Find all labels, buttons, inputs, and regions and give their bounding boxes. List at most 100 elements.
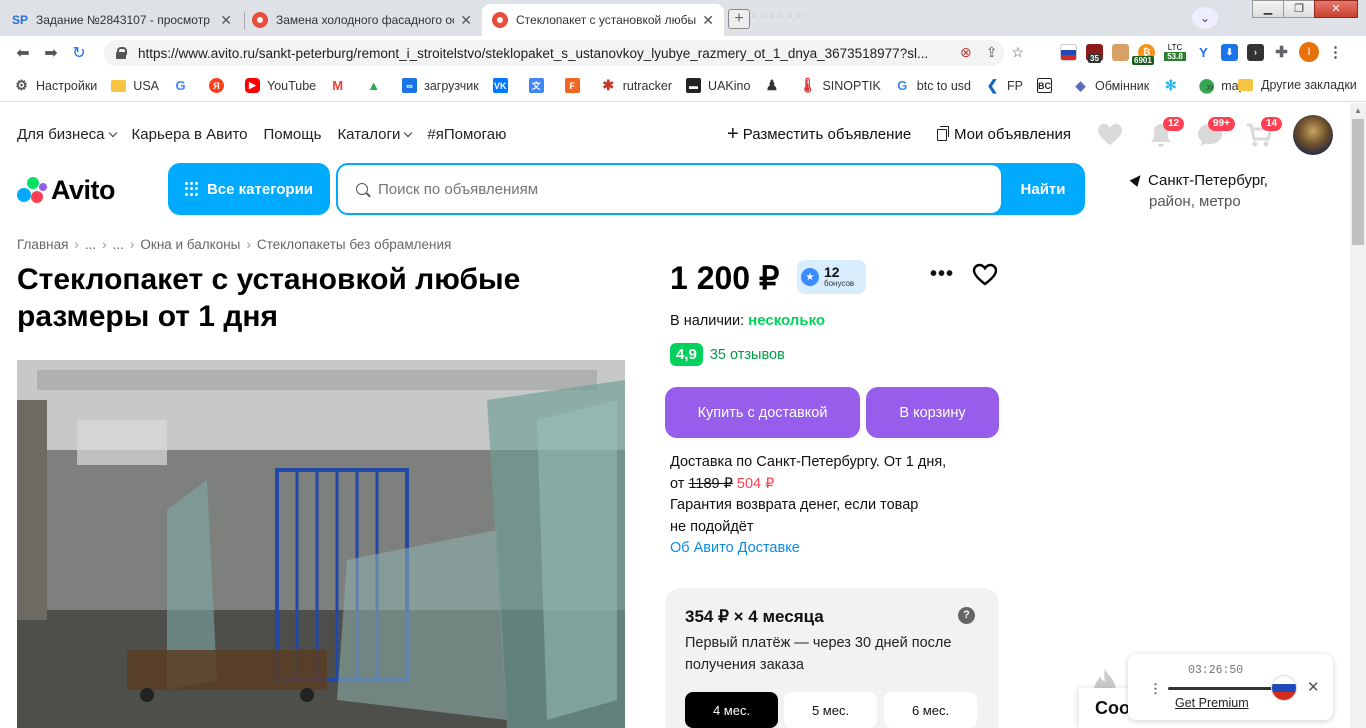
download-extension-icon[interactable]: ⬇ (1221, 43, 1238, 61)
profile-avatar[interactable]: I (1299, 42, 1319, 62)
close-tab-icon[interactable]: ✕ (220, 12, 232, 29)
bookmark-f[interactable]: F (564, 78, 587, 93)
bookmark-uakino[interactable]: ▬ UAKino (686, 78, 750, 93)
period-option-5[interactable]: 5 мес. (784, 692, 877, 728)
forward-arrow-icon[interactable]: ➡ (38, 40, 64, 66)
post-ad-link[interactable]: + Разместить объявление (727, 124, 911, 144)
about-delivery-link[interactable]: Об Авито Доставке (670, 538, 1000, 560)
listing-photo[interactable] (17, 360, 625, 728)
bookmarks-overflow-button[interactable]: » (1206, 78, 1214, 94)
tab-search-chevron-icon[interactable]: ⌄ (1192, 7, 1218, 29)
search-input[interactable] (378, 180, 978, 198)
ltc-extension[interactable]: LTC 53.8 (1164, 43, 1186, 61)
bookmark-star-icon[interactable]: ☆ (1011, 44, 1024, 61)
browser-menu-icon[interactable]: ⋮ (1328, 43, 1343, 61)
shield-extension-icon[interactable]: 35 (1086, 43, 1103, 63)
add-to-cart-button[interactable]: В корзину (866, 387, 999, 438)
bookmark-google[interactable]: G (173, 78, 195, 93)
bookmark-yandex[interactable]: Я (209, 78, 231, 93)
bookmark-youtube[interactable]: ▶ YouTube (245, 78, 316, 93)
close-tab-icon[interactable]: ✕ (702, 12, 714, 29)
bookmark-figure[interactable]: ♟ (764, 77, 786, 93)
bonus-badge[interactable]: ★ 12 бонусов (797, 260, 866, 294)
bookmark-drive[interactable]: ▲ (366, 78, 388, 93)
widget-menu-icon[interactable]: ⋮ (1149, 681, 1162, 697)
bookmark-translate[interactable]: 文 (528, 78, 551, 93)
bookmark-sinoptik[interactable]: 🌡 SINOPTIK (799, 77, 881, 93)
breadcrumb-windows-balconies[interactable]: Окна и балконы (140, 237, 240, 252)
y-extension-icon[interactable]: Y (1195, 43, 1212, 61)
nav-career[interactable]: Карьера в Авито (132, 126, 248, 143)
terminal-extension-icon[interactable]: › (1247, 43, 1264, 61)
seller-rating[interactable]: 4,9 35 отзывов (670, 343, 785, 366)
new-tab-button[interactable]: + (728, 9, 750, 29)
browser-tab-1[interactable]: SP Задание №2843107 - просмотр за ✕ (2, 4, 242, 36)
bookmark-loader[interactable]: ∞ загрузчик (402, 78, 479, 93)
russia-flag-extension-icon[interactable] (1060, 43, 1077, 61)
breadcrumb-home[interactable]: Главная (17, 237, 68, 252)
reviews-link[interactable]: 35 отзывов (710, 347, 785, 363)
breadcrumb-frameless-glass[interactable]: Стеклопакеты без обрамления (257, 237, 451, 252)
my-ads-link[interactable]: Мои объявления (937, 125, 1071, 143)
bookmark-vk[interactable]: VK (492, 78, 515, 93)
buy-with-delivery-button[interactable]: Купить с доставкой (665, 387, 860, 438)
location-arrow-icon (1129, 172, 1145, 187)
user-avatar[interactable] (1293, 115, 1333, 155)
reload-icon[interactable]: ↻ (66, 40, 92, 66)
period-option-4[interactable]: 4 мес. (685, 692, 778, 728)
bookmark-btc-to-usd[interactable]: Gbtc to usd (895, 78, 971, 93)
minimize-button[interactable]: ▁ (1252, 0, 1284, 18)
share-icon[interactable]: ⇪ (986, 44, 998, 61)
widget-close-icon[interactable]: ✕ (1307, 678, 1320, 696)
browser-tab-bar: SP Задание №2843107 - просмотр за ✕ Заме… (0, 0, 1366, 36)
avito-logo[interactable]: Avito (17, 175, 116, 206)
browser-tab-3-active[interactable]: Стеклопакет с установкой любые ✕ (482, 4, 724, 36)
browser-tab-2[interactable]: Замена холодного фасадного ост ✕ (242, 4, 482, 36)
back-arrow-icon[interactable]: ⬅ (10, 40, 36, 66)
bitcoin-extension-icon[interactable]: ₿ 6901 (1132, 43, 1155, 65)
scroll-thumb[interactable] (1352, 119, 1364, 245)
maximize-button[interactable]: ❐ (1283, 0, 1315, 18)
favorite-heart-icon[interactable] (972, 263, 998, 289)
bonus-star-icon: ★ (801, 268, 819, 286)
search-button[interactable]: Найти (1001, 163, 1085, 215)
messages-bubble-icon[interactable]: 99+ (1196, 117, 1235, 149)
face-extension-icon[interactable] (1112, 43, 1129, 61)
bookmark-rutracker[interactable]: ✱ rutracker (601, 77, 672, 93)
all-categories-button[interactable]: Все категории (168, 163, 330, 215)
close-tab-icon[interactable]: ✕ (460, 12, 472, 29)
breadcrumb-collapsed[interactable]: ... (85, 237, 96, 252)
blocked-popup-icon[interactable]: ⊗ (960, 44, 972, 61)
russia-flag-icon[interactable] (1271, 675, 1297, 701)
nav-help[interactable]: Помощь (264, 126, 322, 143)
get-premium-link[interactable]: Get Premium (1175, 696, 1249, 710)
address-bar-actions: ⊗ ⇪ ☆ (960, 44, 1024, 61)
address-bar[interactable]: https://www.avito.ru/sankt-peterburg/rem… (104, 40, 1004, 66)
page-scrollbar[interactable]: ▲ (1350, 103, 1366, 728)
f-icon: F (564, 78, 580, 93)
bookmark-fp[interactable]: ❮ FP (985, 77, 1023, 93)
scroll-up-arrow-icon[interactable]: ▲ (1354, 106, 1362, 115)
bookmark-usa[interactable]: USA (111, 79, 159, 93)
more-options-icon[interactable]: ••• (930, 263, 954, 286)
nav-catalogs[interactable]: Каталоги (337, 126, 413, 143)
help-icon[interactable]: ? (958, 607, 975, 624)
other-bookmarks-folder[interactable]: Другие закладки (1238, 78, 1357, 92)
bookmark-exchanger[interactable]: ◆ Обмінник (1073, 78, 1149, 93)
period-option-6[interactable]: 6 мес. (884, 692, 977, 728)
widget-progress-bar[interactable] (1168, 687, 1292, 690)
cart-icon[interactable]: 14 (1245, 117, 1283, 149)
bookmark-bc[interactable]: BC (1036, 78, 1059, 93)
breadcrumb-collapsed[interactable]: ... (113, 237, 124, 252)
location-selector[interactable]: Санкт-Петербург, район, метро (1129, 170, 1268, 212)
puzzle-extensions-icon[interactable]: ✚ (1273, 43, 1290, 61)
nav-i-help[interactable]: #яПомогаю (427, 126, 506, 143)
close-window-button[interactable]: ✕ (1314, 0, 1358, 18)
bookmark-snowflake[interactable]: ✻ (1163, 77, 1185, 93)
nav-for-business[interactable]: Для бизнеса (17, 126, 117, 143)
search-field[interactable] (338, 165, 1001, 213)
favorites-heart-icon[interactable] (1096, 121, 1124, 149)
bookmark-gmail[interactable]: M (330, 78, 352, 93)
bookmark-settings[interactable]: ⚙ Настройки (14, 77, 97, 93)
notifications-bell-icon[interactable]: 12 (1147, 117, 1185, 149)
